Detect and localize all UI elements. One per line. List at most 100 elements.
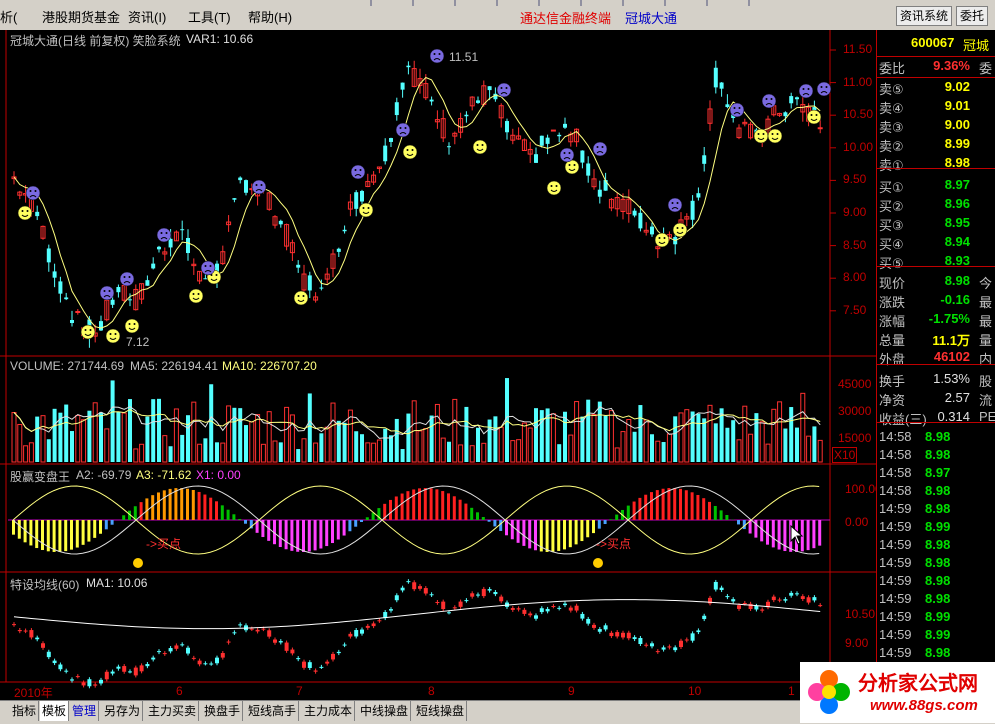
sell-order-row[interactable]: 卖②8.99 — [877, 135, 995, 153]
face-eye — [439, 53, 441, 55]
indicator-bar — [93, 520, 96, 538]
candle-body — [64, 297, 68, 299]
tab-template[interactable]: 模板 — [40, 701, 69, 721]
ma-candle-body — [685, 640, 689, 641]
face-circle — [81, 325, 95, 339]
buy-order-row[interactable]: 买⑤8.93 — [877, 252, 995, 270]
sell-order-row[interactable]: 卖⑤9.02 — [877, 78, 995, 96]
indicator-bar — [702, 498, 705, 520]
tab-short-master[interactable]: 短线高手 — [246, 701, 299, 721]
indicator-bar — [337, 520, 340, 539]
menu-info[interactable]: 资讯(I) — [128, 7, 166, 26]
sell-order-row[interactable]: 卖④9.01 — [877, 97, 995, 115]
indicator-bar — [511, 520, 514, 539]
menu-help[interactable]: 帮助(H) — [248, 7, 292, 26]
ma-candle-body — [87, 679, 91, 686]
tick-time: 14:59 — [879, 627, 912, 642]
face-circle — [120, 272, 134, 286]
face-eye — [412, 149, 414, 151]
indicator-bar — [203, 495, 206, 520]
indicator-bar — [714, 506, 717, 520]
ma-candle-body — [447, 612, 451, 613]
ma-candle-body — [238, 624, 242, 625]
face-eye — [682, 227, 684, 229]
ma-candle-body — [569, 608, 573, 611]
volume-bar — [604, 416, 608, 462]
tab-short-trade[interactable]: 短线操盘 — [414, 701, 467, 721]
tab-manage[interactable]: 管理 — [70, 701, 99, 721]
sell-order-row[interactable]: 卖③9.00 — [877, 116, 995, 134]
candle-body — [447, 146, 451, 147]
tab-main-force[interactable]: 主力买卖 — [146, 701, 199, 721]
volume-bar — [731, 420, 735, 462]
ma-candle-body — [314, 670, 318, 671]
buy-order-row[interactable]: 买②8.96 — [877, 195, 995, 213]
info-system-button[interactable]: 资讯系统 — [896, 6, 952, 26]
indicator-bar — [232, 514, 235, 520]
volume-bar — [64, 405, 68, 462]
menu-hk-futures-funds[interactable]: 港股期货基金 — [42, 7, 120, 26]
candle-body — [476, 100, 480, 103]
tick-price: 8.98 — [925, 429, 950, 444]
ma-panel-ma1: MA1: 10.06 — [86, 576, 147, 590]
face-eye — [405, 127, 407, 129]
ma-candle-body — [656, 651, 660, 652]
candle-body — [157, 247, 161, 250]
toolbar-strip — [330, 0, 770, 6]
ma-candle-body — [18, 630, 22, 631]
candle-body — [725, 104, 729, 107]
tab-mid-trade[interactable]: 中线操盘 — [358, 701, 411, 721]
tab-indicator[interactable]: 指标 — [10, 701, 39, 721]
ma-candle-body — [325, 662, 329, 664]
face-eye — [198, 293, 200, 295]
ma-candle-body — [430, 594, 434, 595]
smiley-face-icon — [807, 110, 821, 124]
menu-tools[interactable]: 工具(T) — [188, 7, 231, 26]
indicator-bar — [778, 520, 781, 550]
ma-candle-body — [70, 679, 74, 680]
indicator-bar — [238, 519, 241, 520]
ma-candle-body — [575, 606, 579, 611]
frown-face-icon — [593, 142, 607, 156]
indicator-bar — [389, 500, 392, 520]
volume-bar — [343, 423, 347, 462]
sell-order-row[interactable]: 卖①8.98 — [877, 154, 995, 172]
smiley-face-icon — [655, 233, 669, 247]
buy-order-row[interactable]: 买③8.95 — [877, 214, 995, 232]
tab-save-as[interactable]: 另存为 — [102, 701, 143, 721]
ma-candle-body — [638, 638, 642, 644]
volume-bar — [296, 449, 300, 462]
indicator-bar — [192, 490, 195, 520]
face-circle — [252, 180, 266, 194]
tab-main-cost[interactable]: 主力成本 — [302, 701, 355, 721]
candle-body — [783, 112, 787, 116]
volume-bar — [754, 413, 758, 462]
face-eye — [803, 88, 805, 90]
volume-bar — [116, 412, 120, 462]
trade-button[interactable]: 委托 — [956, 6, 988, 26]
smiley-face-icon — [106, 329, 120, 343]
stat-label: 外盘 — [879, 349, 905, 368]
indicator-bar — [151, 495, 154, 520]
stat-cut: 量 — [979, 330, 992, 349]
frown-face-icon — [668, 198, 682, 212]
ma-candle-body — [140, 665, 144, 671]
main-ytick: 9.00 — [843, 205, 866, 219]
buy-order-row[interactable]: 买①8.97 — [877, 176, 995, 194]
candle-body — [702, 155, 706, 164]
tab-turnover[interactable]: 换盘手 — [202, 701, 243, 721]
indicator-bar — [186, 489, 189, 520]
face-eye — [677, 202, 679, 204]
ma-panel-name: 特设均线(60) — [10, 576, 79, 593]
ma-candle-body — [99, 680, 103, 684]
face-eye — [816, 114, 818, 116]
buy-order-row[interactable]: 买④8.94 — [877, 233, 995, 251]
indicator-x1: X1: 0.00 — [196, 468, 241, 482]
menu-analysis[interactable]: 析( — [0, 7, 17, 26]
volume-bar — [783, 429, 787, 462]
main-panel-title: 冠城大通(日线 前复权) 笑脸系统 — [10, 32, 181, 49]
ma-candle-body — [308, 662, 312, 668]
face-eye — [124, 276, 126, 278]
stock-code: 600067 — [911, 35, 954, 50]
chart-area[interactable]: 冠城大通(日线 前复权) 笑脸系统 VAR1: 10.66 11.51 7.12… — [0, 30, 878, 702]
